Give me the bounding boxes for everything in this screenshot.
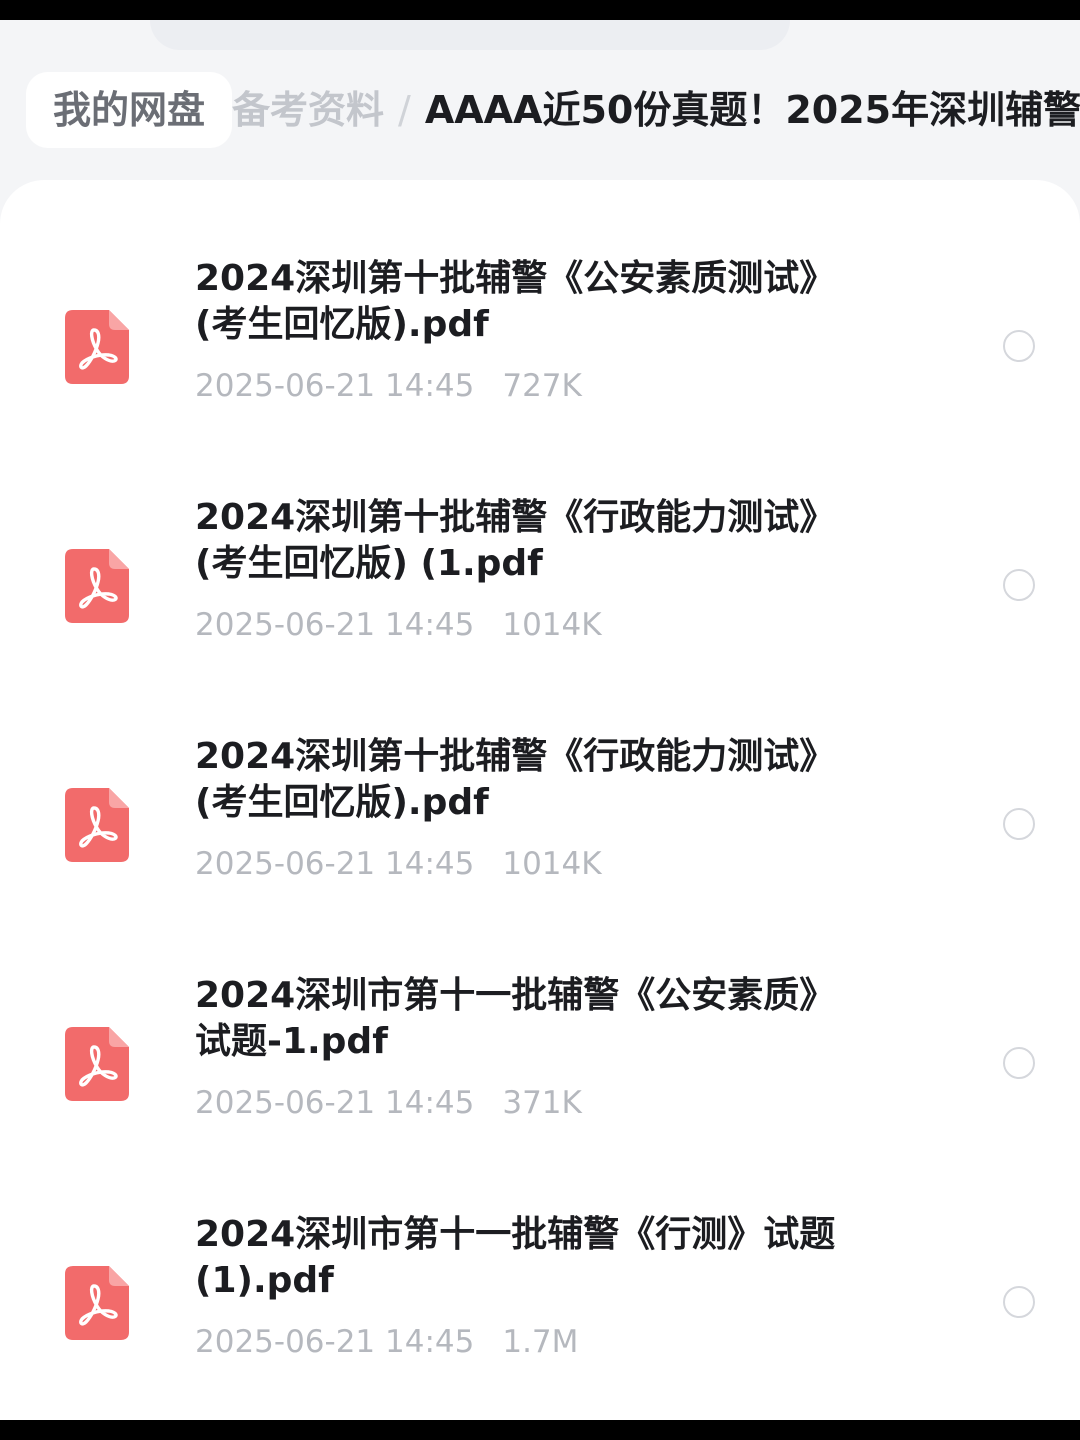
breadcrumb-parent[interactable]: 备考资料 [232,88,384,132]
file-meta: 2025-06-21 14:45 1014K [195,607,602,643]
file-name-line: (考生回忆版) (1.pdf [195,543,543,584]
pdf-icon [65,1266,129,1340]
file-size: 1.7M [502,1324,579,1360]
file-meta: 2025-06-21 14:45 727K [195,368,582,404]
file-name: 2024深圳市第十一批辅警《公安素质》 试题-1.pdf [195,973,915,1065]
file-name-line: (考生回忆版).pdf [195,304,489,345]
file-size: 371K [502,1085,582,1121]
select-radio[interactable] [1003,330,1035,362]
breadcrumb: 备考资料 / AAAA近50份真题！2025年深圳辅警 我的网盘 [0,72,1080,148]
file-date: 2025-06-21 14:45 [195,607,475,643]
pdf-icon [65,788,129,862]
file-row[interactable]: 2024深圳第十批辅警《行政能力测试》 (考生回忆版).pdf 2025-06-… [0,718,1080,918]
file-name: 2024深圳第十批辅警《行政能力测试》 (考生回忆版) (1.pdf [195,495,915,587]
file-name-line: 试题-1.pdf [195,1021,388,1062]
file-row[interactable]: 2024深圳市第十一批辅警《行测》试题 (1).pdf 2025-06-21 1… [0,1196,1080,1396]
select-radio[interactable] [1003,1286,1035,1318]
select-radio[interactable] [1003,1047,1035,1079]
file-row[interactable]: 2024深圳市第十一批辅警《公安素质》 试题-1.pdf 2025-06-21 … [0,957,1080,1157]
file-name-line: (考生回忆版).pdf [195,782,489,823]
file-date: 2025-06-21 14:45 [195,1085,475,1121]
file-name-line: 2024深圳市第十一批辅警《行测》试题 [195,1214,836,1255]
breadcrumb-current: AAAA近50份真题！2025年深圳辅警 [424,88,1080,132]
breadcrumb-separator: / [398,88,411,132]
select-radio[interactable] [1003,808,1035,840]
file-row[interactable]: 2024深圳第十批辅警《公安素质测试》 (考生回忆版).pdf 2025-06-… [0,240,1080,440]
file-size: 1014K [502,607,602,643]
file-name-line: 2024深圳第十批辅警《公安素质测试》 [195,258,836,299]
breadcrumb-trail: 备考资料 / AAAA近50份真题！2025年深圳辅警 [232,72,1080,148]
file-date: 2025-06-21 14:45 [195,368,475,404]
pdf-icon [65,310,129,384]
select-radio[interactable] [1003,569,1035,601]
file-date: 2025-06-21 14:45 [195,1324,475,1360]
file-name: 2024深圳第十批辅警《行政能力测试》 (考生回忆版).pdf [195,734,915,826]
search-bar[interactable] [150,20,790,50]
file-row[interactable]: 2024深圳第十批辅警《行政能力测试》 (考生回忆版) (1.pdf 2025-… [0,479,1080,679]
file-meta: 2025-06-21 14:45 1014K [195,846,602,882]
file-date: 2025-06-21 14:45 [195,846,475,882]
file-name: 2024深圳市第十一批辅警《行测》试题 (1).pdf [195,1212,915,1304]
file-list: 2024深圳第十批辅警《公安素质测试》 (考生回忆版).pdf 2025-06-… [0,180,1080,1420]
file-size: 727K [502,368,582,404]
breadcrumb-root[interactable]: 我的网盘 [26,72,232,148]
file-size: 1014K [502,846,602,882]
pdf-icon [65,1027,129,1101]
file-name-line: 2024深圳第十批辅警《行政能力测试》 [195,736,836,777]
file-meta: 2025-06-21 14:45 1.7M [195,1324,578,1360]
file-name-line: 2024深圳市第十一批辅警《公安素质》 [195,975,836,1016]
file-name-line: 2024深圳第十批辅警《行政能力测试》 [195,497,836,538]
file-name: 2024深圳第十批辅警《公安素质测试》 (考生回忆版).pdf [195,256,915,348]
file-name-line: (1).pdf [195,1260,334,1301]
pdf-icon [65,549,129,623]
file-meta: 2025-06-21 14:45 371K [195,1085,582,1121]
file-browser-screen: 备考资料 / AAAA近50份真题！2025年深圳辅警 我的网盘 2024深圳第十批… [0,20,1080,1420]
